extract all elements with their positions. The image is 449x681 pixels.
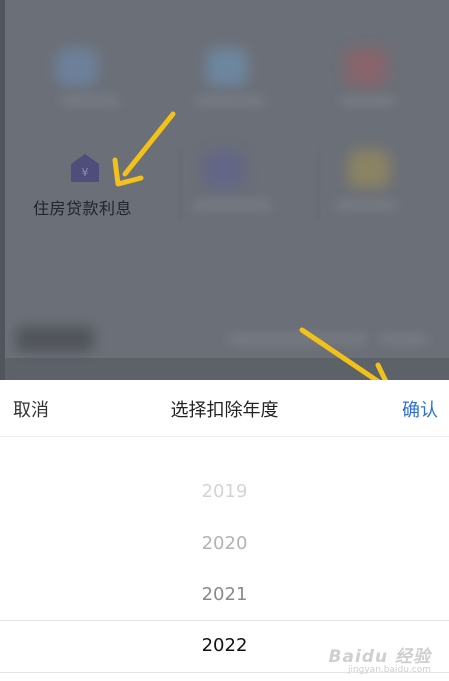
watermark-brand: Baidu 经验 [328, 647, 431, 667]
blurred-icon [203, 150, 245, 188]
dimmed-background-overlay: ¥ 住房贷款利息 [0, 0, 449, 380]
picker-option[interactable]: 2019 [0, 481, 449, 502]
grid-divider [318, 150, 319, 220]
grid-divider [180, 150, 181, 220]
blurred-icon [345, 48, 387, 86]
confirm-button[interactable]: 确认 [402, 396, 438, 422]
picker-option[interactable]: 2021 [0, 584, 449, 605]
blurred-section-label [16, 326, 94, 352]
watermark: Baidu 经验 jingyan.baidu.com [329, 642, 431, 675]
selection-line-top [0, 620, 449, 621]
blurred-label [195, 96, 265, 106]
year-picker-sheet: 取消 选择扣除年度 确认 2019 2020 2021 2022 Baidu 经… [0, 380, 449, 681]
blurred-text [378, 334, 428, 344]
blurred-text [228, 334, 368, 344]
housing-loan-interest-label: 住房贷款利息 [33, 199, 133, 218]
house-yuan-icon: ¥ [69, 153, 101, 183]
blurred-label [335, 200, 397, 210]
blurred-icon [56, 48, 98, 86]
sheet-title: 选择扣除年度 [170, 400, 279, 421]
blurred-label [60, 96, 120, 106]
picker-option[interactable]: 2020 [0, 533, 449, 554]
blurred-icon [348, 150, 390, 188]
blurred-label [340, 96, 395, 106]
blurred-icon [206, 48, 248, 86]
blurred-label [192, 200, 272, 210]
svg-text:¥: ¥ [82, 166, 89, 179]
background-left-edge [0, 0, 5, 380]
sheet-header: 取消 选择扣除年度 确认 [0, 380, 449, 437]
